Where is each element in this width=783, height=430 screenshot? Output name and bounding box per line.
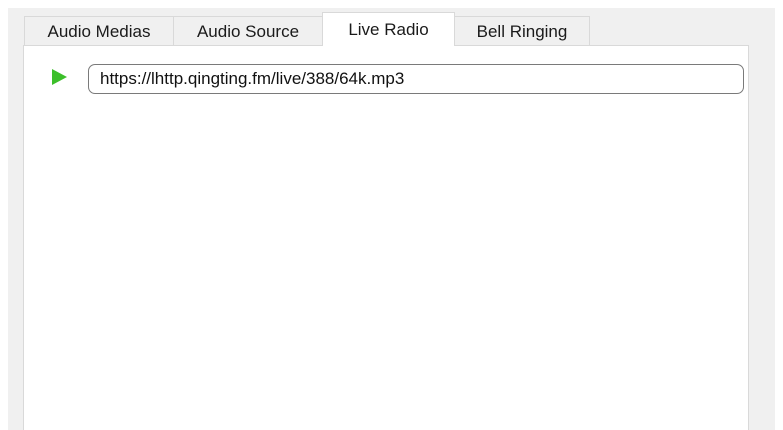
tab-label: Audio Source (196, 21, 300, 41)
tab-label: Bell Ringing (476, 21, 568, 41)
tab-label: Live Radio (348, 19, 429, 39)
app-window: Audio Medias Audio Source Live Radio Bel… (8, 8, 775, 430)
tab-bell-ringing[interactable]: Bell Ringing (454, 16, 590, 46)
tab-audio-source[interactable]: Audio Source (173, 16, 323, 46)
tab-label: Audio Medias (47, 21, 151, 41)
tab-audio-medias[interactable]: Audio Medias (24, 16, 174, 46)
tab-strip: Audio Medias Audio Source Live Radio Bel… (24, 12, 590, 46)
tab-live-radio[interactable]: Live Radio (322, 12, 455, 46)
play-icon[interactable] (50, 68, 68, 86)
stream-url-input[interactable] (88, 64, 744, 94)
stream-row (24, 46, 748, 106)
live-radio-panel (23, 45, 749, 430)
